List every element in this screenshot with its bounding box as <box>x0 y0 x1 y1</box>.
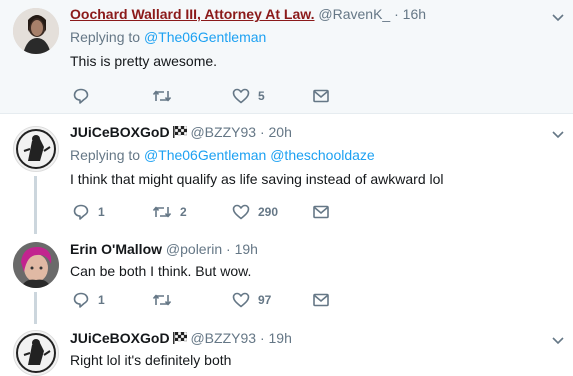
replying-label: Replying to <box>70 29 141 45</box>
author-name[interactable]: Oochard Wallard III, Attorney At Law. <box>70 6 315 22</box>
tweet-text: Right lol it's definitely both <box>70 352 232 368</box>
author-handle[interactable]: @polerin <box>166 241 222 257</box>
mention-link[interactable]: @The06Gentleman <box>144 29 266 45</box>
reply-button[interactable]: 1 <box>72 290 105 310</box>
avatar-drawing <box>14 127 58 171</box>
tweet[interactable]: Erin O'Mallow @polerin · 19h Can be both… <box>0 228 573 324</box>
author-name[interactable]: Erin O'Mallow <box>70 241 162 257</box>
tweet[interactable]: JUiCeBOXGoD @BZZY93 · 20h Replying to @T… <box>0 114 573 234</box>
avatar-photo <box>13 242 59 288</box>
author-handle[interactable]: @RavenK_ <box>318 6 390 22</box>
retweet-button[interactable] <box>152 290 180 310</box>
dm-button[interactable] <box>312 202 330 222</box>
mention-link[interactable]: @theschooldaze <box>270 147 375 163</box>
tweet-text: I think that might qualify as life savin… <box>70 171 444 187</box>
reply-button[interactable] <box>72 86 98 106</box>
retweet-icon <box>152 206 172 218</box>
retweet-icon <box>152 294 172 306</box>
author-name[interactable]: JUiCeBOXGoD <box>70 330 170 346</box>
heart-icon <box>232 292 250 308</box>
timestamp[interactable]: 19h <box>235 241 258 257</box>
avatar[interactable] <box>13 126 59 172</box>
replying-to: Replying to @The06Gentleman @theschoolda… <box>70 146 543 164</box>
retweet-button[interactable]: 2 <box>152 202 187 222</box>
envelope-icon <box>313 89 329 103</box>
like-count: 5 <box>258 89 265 103</box>
mention-link[interactable]: @The06Gentleman <box>144 147 266 163</box>
reply-button[interactable]: 1 <box>72 202 105 222</box>
thread-line <box>34 176 37 234</box>
tweet-header: Oochard Wallard III, Attorney At Law. @R… <box>70 5 543 23</box>
checkered-flag-icon <box>172 332 187 344</box>
dm-button[interactable] <box>312 290 330 310</box>
avatar-photo <box>13 8 59 54</box>
tweet[interactable]: JUiCeBOXGoD @BZZY93 · 19h Right lol it's… <box>0 320 573 376</box>
timestamp[interactable]: 20h <box>269 124 292 140</box>
envelope-icon <box>313 205 329 219</box>
replying-to: Replying to @The06Gentleman <box>70 28 543 46</box>
tweet-text: This is pretty awesome. <box>70 53 218 69</box>
timestamp[interactable]: 19h <box>269 330 292 346</box>
reply-count: 1 <box>98 293 105 307</box>
tweet-text: Can be both I think. But wow. <box>70 263 252 279</box>
tweet-header: JUiCeBOXGoD @BZZY93 · 20h <box>70 123 543 141</box>
separator-dot: · <box>394 6 399 22</box>
timestamp[interactable]: 16h <box>403 6 426 22</box>
like-button[interactable]: 97 <box>232 290 271 310</box>
tweet[interactable]: Oochard Wallard III, Attorney At Law. @R… <box>0 0 573 114</box>
author-handle[interactable]: @BZZY93 <box>190 124 256 140</box>
heart-icon <box>232 204 250 220</box>
separator-dot: · <box>259 330 265 346</box>
like-button[interactable]: 290 <box>232 202 278 222</box>
retweet-count: 2 <box>180 205 187 219</box>
retweet-icon <box>152 90 172 102</box>
avatar[interactable] <box>13 242 59 288</box>
avatar[interactable] <box>13 330 59 376</box>
avatar[interactable] <box>13 8 59 54</box>
chevron-down-icon[interactable] <box>551 12 565 22</box>
like-count: 290 <box>258 205 279 219</box>
reply-icon <box>73 204 89 220</box>
retweet-button[interactable] <box>152 86 180 106</box>
like-button[interactable]: 5 <box>232 86 265 106</box>
replying-label: Replying to <box>70 147 141 163</box>
dm-button[interactable] <box>312 86 330 106</box>
reply-icon <box>73 292 89 308</box>
author-name[interactable]: JUiCeBOXGoD <box>70 124 170 140</box>
avatar-drawing <box>14 331 58 375</box>
heart-icon <box>232 88 250 104</box>
author-handle[interactable]: @BZZY93 <box>190 330 256 346</box>
tweet-header: JUiCeBOXGoD @BZZY93 · 19h <box>70 329 543 347</box>
separator-dot: · <box>259 124 265 140</box>
reply-icon <box>73 88 89 104</box>
envelope-icon <box>313 293 329 307</box>
separator-dot: · <box>226 241 231 257</box>
checkered-flag-icon <box>172 126 187 138</box>
chevron-down-icon[interactable] <box>551 129 565 139</box>
chevron-down-icon[interactable] <box>551 335 565 345</box>
like-count: 97 <box>258 293 272 307</box>
reply-count: 1 <box>98 205 105 219</box>
tweet-header: Erin O'Mallow @polerin · 19h <box>70 240 543 258</box>
